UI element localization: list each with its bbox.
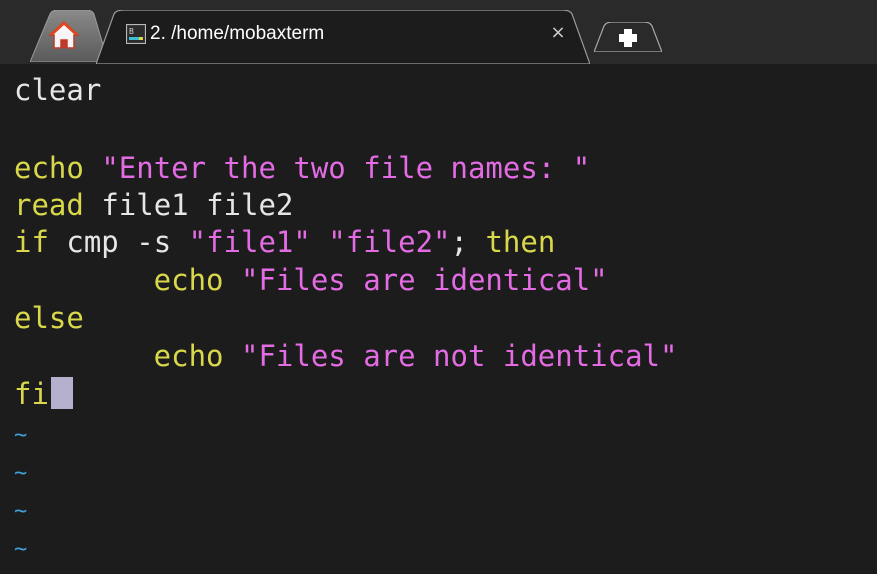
- terminal-icon: B: [126, 24, 146, 44]
- terminal-line: if cmp -s "file1" "file2"; then: [14, 224, 555, 260]
- code-token: cmp -s: [66, 225, 189, 259]
- terminal-line: echo "Enter the two file names: ": [14, 150, 590, 186]
- terminal-line: ~: [14, 528, 27, 564]
- terminal-line: clear: [14, 72, 101, 108]
- terminal-line: ~: [14, 414, 27, 450]
- tab-close-icon[interactable]: ×: [548, 22, 568, 44]
- home-icon: [48, 20, 80, 49]
- code-token: if: [14, 225, 67, 259]
- code-token: "Files are identical": [240, 263, 608, 297]
- code-token: echo: [14, 339, 241, 373]
- terminal-line: echo "Files are not identical": [14, 338, 678, 374]
- code-token: clear: [14, 73, 102, 107]
- empty-line-marker: ~: [14, 461, 28, 486]
- terminal-line: else: [14, 300, 84, 336]
- tab-title: 2. /home/mobaxterm: [150, 23, 325, 44]
- terminal-line: echo "Files are identical": [14, 262, 608, 298]
- text-cursor: [50, 377, 73, 409]
- code-token: fi: [14, 377, 49, 411]
- terminal-line: ~: [14, 490, 27, 526]
- mobaxterm-window: B 2. /home/mobaxterm × clear echo "Enter …: [0, 0, 877, 574]
- code-token: read: [14, 188, 102, 222]
- terminal-line: ~: [14, 452, 27, 488]
- code-token: "Enter the two file names: ": [101, 151, 591, 185]
- svg-text:B: B: [129, 27, 134, 36]
- code-token: echo: [14, 263, 241, 297]
- empty-line-marker: ~: [14, 499, 28, 524]
- code-token: "Files are not identical": [240, 339, 678, 373]
- empty-line-marker: ~: [14, 423, 28, 448]
- code-token: else: [14, 301, 84, 335]
- new-tab-button[interactable]: [594, 22, 662, 52]
- code-token: ;: [450, 225, 486, 259]
- terminal-line: read file1 file2: [14, 187, 293, 223]
- code-token: echo: [14, 151, 102, 185]
- terminal-editor[interactable]: clear echo "Enter the two file names: " re…: [0, 64, 877, 574]
- empty-line-marker: ~: [14, 537, 28, 562]
- terminal-line: fi: [14, 376, 73, 412]
- code-token: then: [485, 225, 556, 259]
- code-token: file1 file2: [101, 188, 294, 222]
- code-token: "file1" "file2": [188, 225, 451, 259]
- tab-bar: B 2. /home/mobaxterm ×: [0, 0, 877, 64]
